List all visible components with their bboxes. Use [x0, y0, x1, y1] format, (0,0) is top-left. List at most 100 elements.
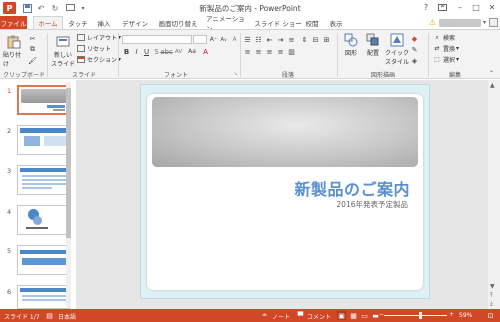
- reset-button[interactable]: リセット: [77, 44, 111, 53]
- shape-fill-icon[interactable]: ◆: [410, 34, 419, 43]
- slide-scrollbar[interactable]: [488, 80, 500, 309]
- tab-review[interactable]: 校閲: [304, 17, 320, 29]
- close-icon[interactable]: ✕: [484, 0, 500, 15]
- shape-outline-icon[interactable]: ✎: [410, 45, 419, 54]
- thumb-shape: [33, 216, 42, 225]
- zoom-slider[interactable]: [384, 315, 447, 316]
- shrink-font-icon[interactable]: Av: [219, 35, 228, 44]
- align-center-icon[interactable]: ≡: [254, 47, 263, 56]
- thumbnail-scrollbar-thumb[interactable]: [66, 88, 71, 238]
- account-area[interactable]: ⚠ ▾: [428, 17, 498, 28]
- language-indicator[interactable]: 日本語: [58, 312, 76, 321]
- smartart-icon[interactable]: ⊞: [322, 35, 331, 44]
- scroll-up-icon[interactable]: ▲: [490, 82, 495, 89]
- layout-button[interactable]: レイアウト ▾: [77, 33, 121, 42]
- dialog-launcher-icon[interactable]: ↘: [231, 69, 240, 78]
- change-case-button[interactable]: Aa: [186, 47, 198, 56]
- next-slide-icon[interactable]: ⤓: [490, 300, 493, 308]
- tab-file[interactable]: ファイル: [0, 16, 27, 29]
- tab-transitions[interactable]: 画面切り替え: [156, 17, 200, 29]
- thumb-line: [22, 175, 66, 177]
- quick-styles-button[interactable]: クイック スタイル: [385, 33, 409, 66]
- slide-thumbnail-6[interactable]: [17, 285, 70, 309]
- align-left-icon[interactable]: ≡: [243, 47, 252, 56]
- tab-view[interactable]: 表示: [326, 17, 346, 29]
- tab-home[interactable]: ホーム: [33, 16, 63, 29]
- align-right-icon[interactable]: ≡: [265, 47, 274, 56]
- copy-icon[interactable]: ⧉: [28, 45, 37, 54]
- slide-title[interactable]: 新製品のご案内: [140, 176, 410, 200]
- section-button[interactable]: セクション ▾: [77, 55, 121, 64]
- fit-to-window-icon[interactable]: ⊡: [486, 311, 495, 320]
- shapes-button[interactable]: 図形: [341, 33, 361, 57]
- italic-icon[interactable]: I: [132, 47, 141, 56]
- new-slide-button[interactable]: 新しい スライド: [51, 35, 75, 68]
- normal-view-icon[interactable]: ▣: [337, 311, 346, 320]
- increase-indent-icon[interactable]: ⇥: [276, 35, 285, 44]
- shape-effects-icon[interactable]: ◈: [410, 56, 419, 65]
- layout-icon: [77, 34, 85, 42]
- slide-thumbnail-3[interactable]: [17, 165, 70, 195]
- grow-font-icon[interactable]: A ^: [209, 35, 218, 44]
- tab-touch[interactable]: タッチ: [64, 17, 92, 29]
- text-direction-icon[interactable]: ⇕: [300, 35, 309, 44]
- cut-icon[interactable]: ✂: [28, 34, 37, 43]
- comments-icon[interactable]: ▀: [296, 311, 305, 320]
- user-name-redacted[interactable]: [439, 18, 481, 27]
- tab-slideshow[interactable]: スライド ショー: [254, 17, 302, 29]
- notes-icon[interactable]: ≐: [260, 311, 269, 320]
- chevron-down-icon[interactable]: ▾: [483, 19, 486, 26]
- paste-button[interactable]: 貼り付け: [3, 35, 25, 68]
- title-bar: P ↶ ↻ ▾ 新製品のご案内 - PowerPoint ? – □ ✕: [0, 0, 500, 16]
- columns-icon[interactable]: ▥: [287, 47, 296, 56]
- zoom-level[interactable]: 59%: [459, 312, 472, 319]
- tab-insert[interactable]: 挿入: [94, 17, 114, 29]
- slide-thumbnail-4[interactable]: [17, 205, 70, 235]
- avatar[interactable]: [489, 18, 498, 27]
- char-spacing-icon[interactable]: AV: [174, 47, 183, 56]
- format-painter-icon[interactable]: 🖌: [28, 56, 37, 65]
- ribbon-display-options-icon[interactable]: [434, 0, 450, 15]
- previous-slide-icon[interactable]: ⤒: [490, 292, 493, 300]
- font-family-combo[interactable]: [122, 35, 192, 44]
- slide-thumbnail-1[interactable]: [17, 85, 70, 115]
- strikethrough-icon[interactable]: abc: [160, 47, 173, 56]
- tab-design[interactable]: デザイン: [120, 17, 150, 29]
- comments-button[interactable]: コメント: [307, 312, 331, 321]
- clear-formatting-icon[interactable]: A: [230, 35, 239, 44]
- align-text-icon[interactable]: ⊟: [311, 35, 320, 44]
- minimize-icon[interactable]: –: [452, 0, 468, 15]
- group-label-font: フォント: [163, 72, 188, 79]
- notes-button[interactable]: ノート: [272, 312, 290, 321]
- help-icon[interactable]: ?: [418, 0, 434, 15]
- arrange-button[interactable]: 配置: [363, 33, 383, 57]
- zoom-slider-knob[interactable]: [418, 312, 422, 319]
- slide-thumbnail-2[interactable]: [17, 125, 70, 155]
- spellcheck-icon[interactable]: ▤: [45, 311, 54, 320]
- maximize-icon[interactable]: □: [468, 0, 484, 15]
- group-divider: [118, 33, 119, 77]
- justify-icon[interactable]: ≡: [276, 47, 285, 56]
- bold-icon[interactable]: B: [122, 47, 131, 56]
- slide-thumbnail-5[interactable]: [17, 245, 70, 275]
- font-color-icon[interactable]: A: [201, 47, 210, 56]
- slide-subtitle[interactable]: 2016年発表予定製品: [240, 199, 408, 210]
- zoom-in-icon[interactable]: +: [449, 311, 454, 318]
- warning-icon[interactable]: ⚠: [428, 18, 437, 27]
- find-button[interactable]: ⌕ 検索: [433, 33, 455, 43]
- underline-icon[interactable]: U: [142, 47, 151, 56]
- bullets-icon[interactable]: ☰: [243, 35, 252, 44]
- scroll-down-icon[interactable]: ▼: [490, 283, 495, 290]
- font-size-combo[interactable]: [193, 35, 207, 44]
- collapse-ribbon-icon[interactable]: ⌃: [487, 69, 496, 78]
- replace-button[interactable]: ⇄ 置換 ▾: [433, 44, 459, 53]
- numbering-icon[interactable]: ☷: [254, 35, 263, 44]
- select-button[interactable]: ⬚ 選択 ▾: [433, 55, 459, 64]
- line-spacing-icon[interactable]: ≡: [287, 35, 296, 44]
- slide-sorter-icon[interactable]: ▦: [349, 311, 358, 320]
- reading-view-icon[interactable]: ▭: [360, 311, 369, 320]
- tab-animations[interactable]: アニメーション: [206, 15, 250, 33]
- decrease-indent-icon[interactable]: ⇤: [265, 35, 274, 44]
- select-icon: ⬚: [434, 56, 440, 63]
- slide-photo-placeholder[interactable]: [152, 97, 418, 167]
